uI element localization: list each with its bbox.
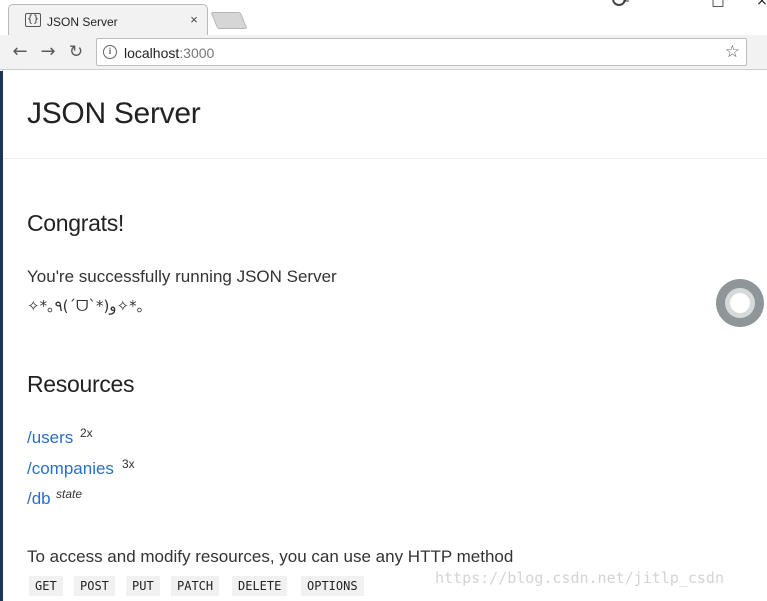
browser-toolbar: ← → ↻ i localhost:3000 ☆	[0, 35, 767, 70]
method-get: GET	[29, 576, 63, 596]
page-header: JSON Server	[3, 71, 767, 159]
resource-link-companies[interactable]: /companies	[27, 459, 114, 479]
url-host: localhost	[124, 45, 180, 61]
tab-close-icon[interactable]: ×	[187, 12, 201, 27]
page-viewport: JSON Server Congrats! You're successfull…	[3, 71, 767, 601]
running-text: You're successfully running JSON Server	[27, 267, 337, 286]
congrats-heading: Congrats!	[27, 210, 125, 236]
method-delete: DELETE	[232, 576, 288, 596]
info-icon[interactable]: i	[103, 45, 117, 59]
watermark-text: https://blog.csdn.net/jitlp_csdn	[435, 569, 724, 587]
kaomoji-text: ✧*｡٩(ˊᗜˋ*)و✧*｡	[27, 297, 145, 315]
access-text: To access and modify resources, you can …	[27, 547, 514, 566]
url-port: :3000	[179, 45, 215, 61]
resource-note-db: state	[56, 487, 83, 501]
reload-icon[interactable]: ↻	[65, 41, 87, 63]
url-text[interactable]: localhost:3000	[124, 45, 214, 61]
method-patch: PATCH	[171, 576, 220, 596]
address-bar[interactable]: i localhost:3000 ☆	[96, 38, 747, 66]
tab-title: JSON Server	[47, 15, 118, 29]
back-arrow-icon[interactable]: ←	[9, 41, 31, 63]
resources-heading: Resources	[27, 371, 135, 397]
resource-link-users[interactable]: /users	[27, 428, 73, 448]
new-tab-button[interactable]	[210, 12, 248, 29]
browser-tabstrip: {} JSON Server × – □ ×	[0, 0, 767, 35]
method-options: OPTIONS	[301, 576, 364, 596]
forward-arrow-icon[interactable]: →	[37, 41, 59, 63]
resource-note-companies: 3x	[122, 457, 135, 471]
loading-spinner-icon	[716, 279, 764, 327]
method-put: PUT	[126, 576, 160, 596]
maximize-icon[interactable]: □	[709, 0, 727, 9]
bookmark-star-icon[interactable]: ☆	[725, 42, 740, 62]
close-window-icon[interactable]: ×	[753, 0, 767, 9]
browser-tab[interactable]: {} JSON Server ×	[8, 4, 208, 35]
page-title: JSON Server	[27, 97, 201, 130]
json-server-favicon-icon: {}	[25, 13, 41, 27]
minimize-icon[interactable]: –	[617, 0, 635, 9]
method-post: POST	[74, 576, 115, 596]
resource-link-db[interactable]: /db	[27, 489, 51, 509]
resource-note-users: 2x	[80, 426, 93, 440]
